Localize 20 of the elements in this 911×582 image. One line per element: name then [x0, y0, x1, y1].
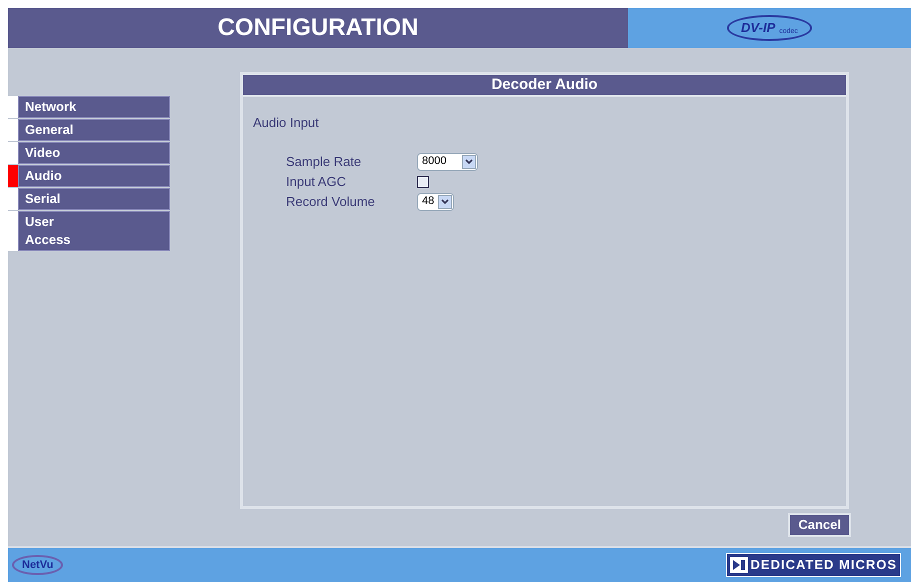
sidebar-item[interactable]: Audio: [18, 165, 170, 187]
sidebar-item[interactable]: User Access: [18, 211, 170, 251]
sidebar-item[interactable]: General: [18, 119, 170, 141]
field-label: Input AGC: [286, 172, 347, 191]
sidebar-item[interactable]: Serial: [18, 188, 170, 210]
panel-title: Decoder Audio: [491, 74, 598, 95]
field-label: Record Volume: [286, 192, 376, 211]
section-heading: Audio Input: [253, 114, 320, 132]
dropdown[interactable]: 48: [417, 192, 454, 210]
checkbox[interactable]: [417, 176, 429, 188]
dropdown-caret-icon: [462, 154, 476, 168]
sidebar-item[interactable]: Video: [18, 142, 170, 164]
netvu-logo: NetVu: [12, 554, 64, 576]
dropdown-caret-icon: [438, 194, 452, 208]
field-label: Sample Rate: [286, 152, 362, 171]
sidebar-item[interactable]: Network: [18, 96, 170, 118]
cancel-button[interactable]: Cancel: [788, 513, 851, 537]
company-logo: DEDICATED MICROS: [726, 553, 901, 577]
page-title: CONFIGURATION: [218, 13, 418, 43]
dropdown[interactable]: 8000: [417, 152, 478, 170]
